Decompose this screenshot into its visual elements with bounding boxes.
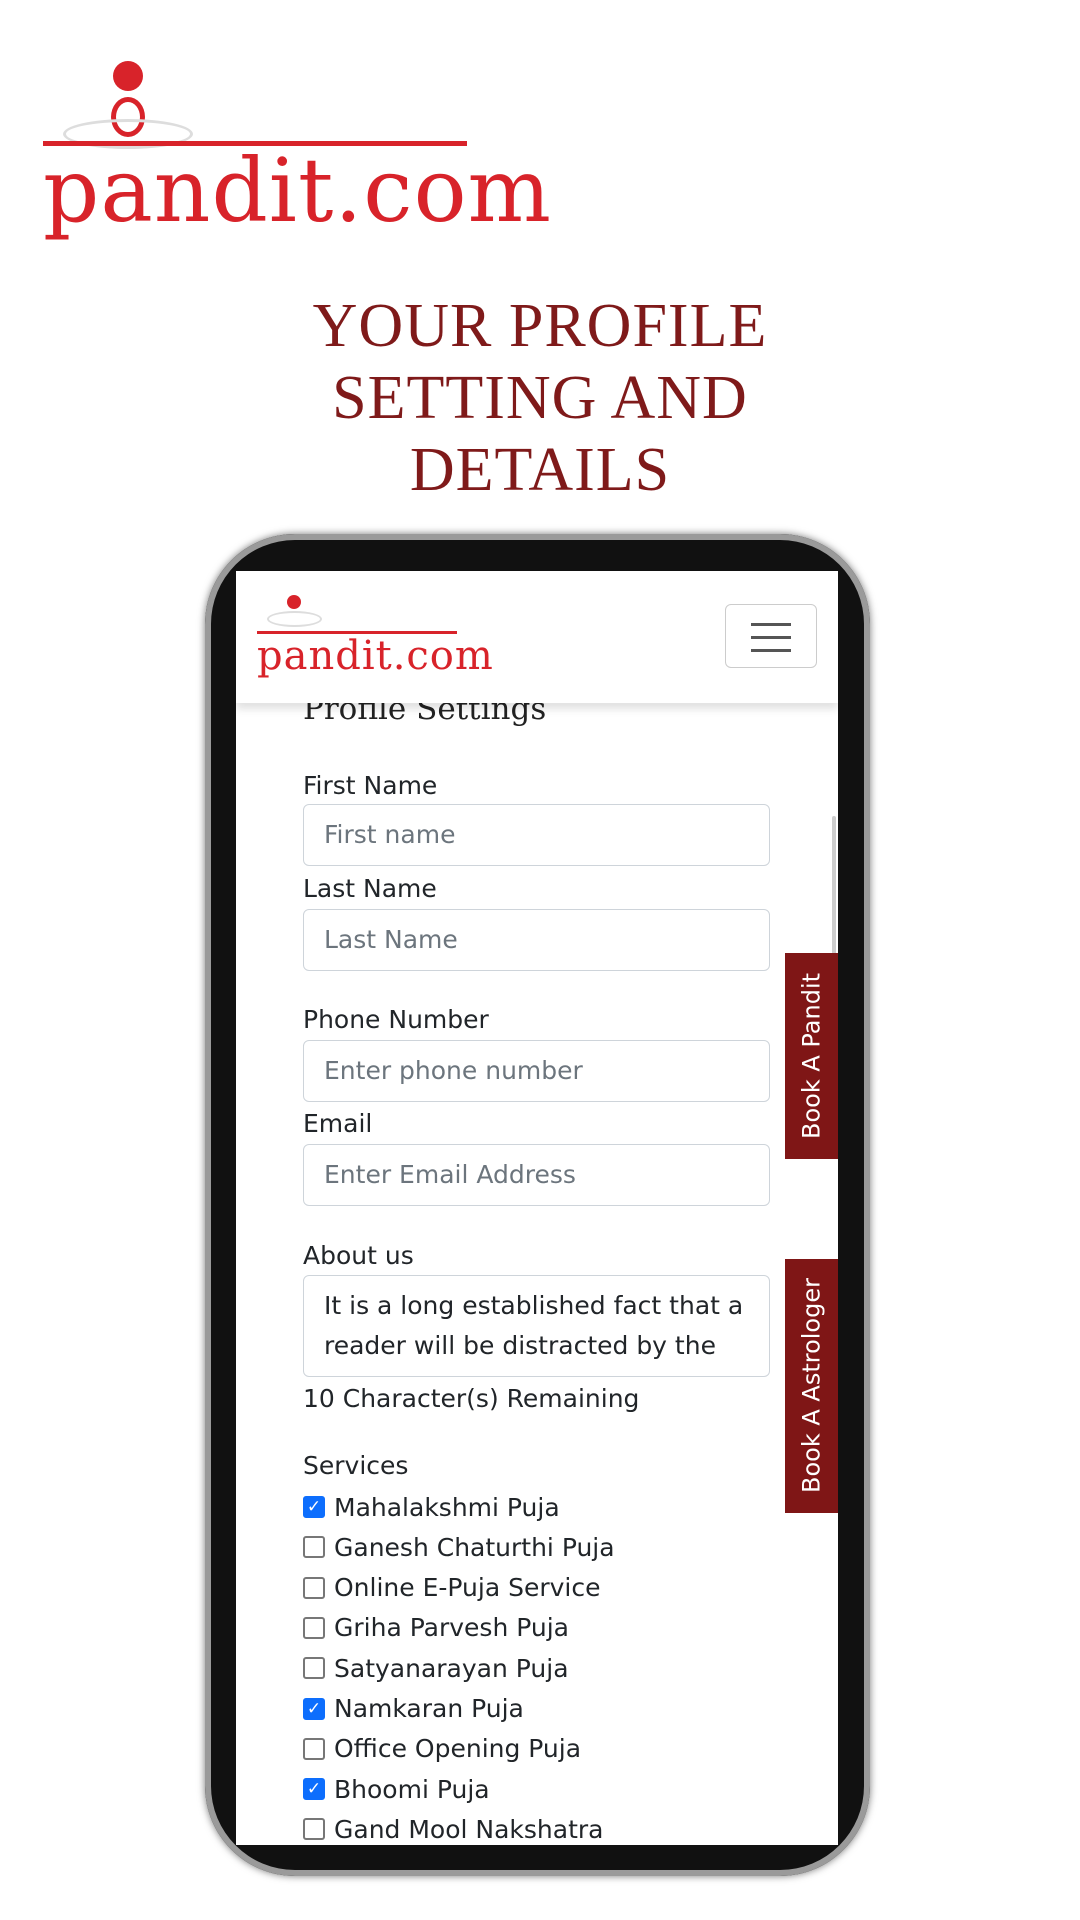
checkbox-checked-icon[interactable]: ✓ [303, 1496, 325, 1518]
services-label: Services [303, 1451, 409, 1480]
service-label: Namkaran Puja [334, 1694, 524, 1723]
first-name-label: First Name [303, 771, 438, 800]
book-astrologer-tab[interactable]: Book A Astrologer [785, 1259, 838, 1513]
service-label: Ganesh Chaturthi Puja [334, 1532, 615, 1562]
hamburger-icon [751, 649, 791, 652]
checkbox-unchecked-icon[interactable] [303, 1657, 325, 1680]
service-label: Gand Mool Nakshatra [334, 1814, 604, 1844]
checkbox-unchecked-icon[interactable] [303, 1616, 325, 1639]
last-name-label: Last Name [303, 874, 437, 903]
menu-toggle-button[interactable] [725, 604, 817, 668]
service-checkbox-item[interactable]: Griha Parvesh Puja [303, 1610, 569, 1646]
headline-line: SETTING AND [332, 364, 748, 432]
service-label: Online E-Puja Service [334, 1573, 601, 1603]
book-pandit-tab[interactable]: Book A Pandit [785, 953, 838, 1159]
email-input[interactable]: Enter Email Address [303, 1144, 770, 1206]
service-label: Griha Parvesh Puja [334, 1613, 569, 1643]
service-checkbox-item[interactable]: Satyanarayan Puja [303, 1650, 569, 1686]
headline-line: YOUR PROFILE [312, 292, 768, 360]
service-label: Bhoomi Puja [334, 1774, 490, 1804]
phone-screen: pandit.com Profile Settings First Name F… [236, 571, 838, 1845]
page-headline: YOUR PROFILE SETTING AND DETAILS [240, 290, 840, 506]
last-name-input[interactable]: Last Name [303, 909, 770, 971]
service-checkbox-item[interactable]: Online E-Puja Service [303, 1570, 601, 1606]
about-textarea[interactable]: It is a long established fact that a rea… [303, 1275, 770, 1377]
brand-logo-text: pandit.com [43, 139, 552, 242]
checkbox-unchecked-icon[interactable] [303, 1737, 325, 1760]
service-label: Mahalakshmi Puja [334, 1492, 560, 1522]
email-label: Email [303, 1109, 373, 1138]
service-checkbox-item[interactable]: ✓ Mahalakshmi Puja [303, 1489, 560, 1525]
phone-label: Phone Number [303, 1005, 489, 1034]
service-checkbox-item[interactable]: Gand Mool Nakshatra [303, 1811, 604, 1845]
service-checkbox-item[interactable]: ✓ Namkaran Puja [303, 1691, 524, 1727]
service-checkbox-item[interactable]: ✓ Bhoomi Puja [303, 1771, 490, 1807]
checkbox-checked-icon[interactable]: ✓ [303, 1778, 325, 1801]
service-checkbox-item[interactable]: Office Opening Puja [303, 1731, 581, 1767]
phone-input[interactable]: Enter phone number [303, 1040, 770, 1102]
checkbox-checked-icon[interactable]: ✓ [303, 1697, 325, 1720]
checkbox-unchecked-icon[interactable] [303, 1576, 325, 1599]
hamburger-icon [751, 623, 791, 626]
first-name-input[interactable]: First name [303, 804, 770, 866]
brand-logo: pandit.com [43, 49, 552, 242]
service-label: Office Opening Puja [334, 1734, 582, 1764]
navbar-logo[interactable]: pandit.com [257, 593, 494, 679]
service-checkbox-item[interactable]: Ganesh Chaturthi Puja [303, 1529, 615, 1565]
navbar-logo-text: pandit.com [257, 631, 494, 679]
about-label: About us [303, 1241, 414, 1270]
navbar: pandit.com [236, 571, 838, 703]
checkbox-unchecked-icon[interactable] [303, 1818, 325, 1841]
service-label: Satyanarayan Puja [334, 1653, 569, 1683]
hamburger-icon [751, 636, 791, 639]
checkbox-unchecked-icon[interactable] [303, 1536, 325, 1559]
char-remaining: 10 Character(s) Remaining [303, 1384, 640, 1413]
headline-line: DETAILS [409, 436, 671, 504]
